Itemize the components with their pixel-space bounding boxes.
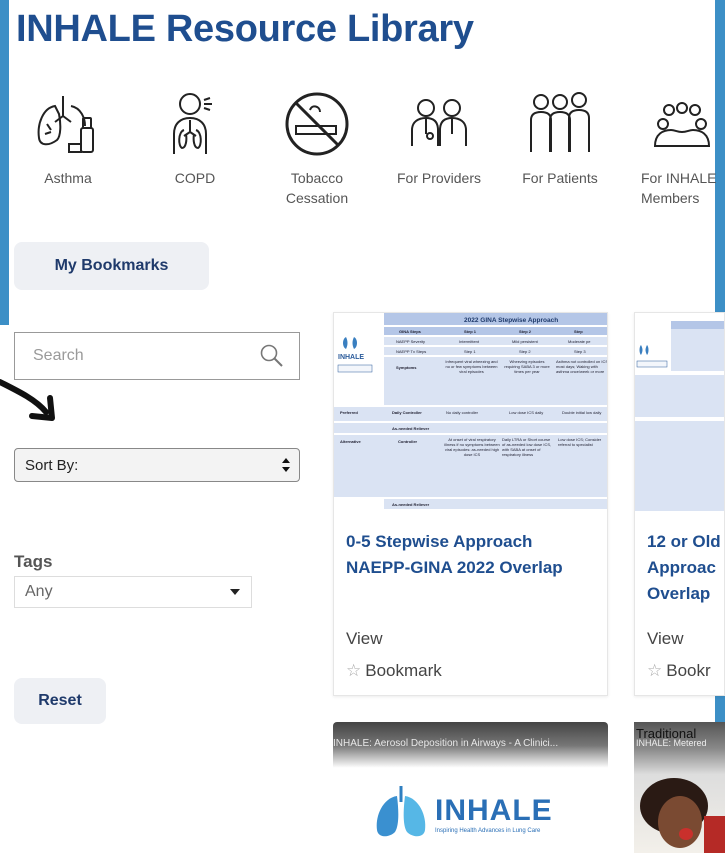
lungs-logo-icon bbox=[376, 786, 426, 837]
chevron-down-icon bbox=[230, 589, 240, 595]
sort-by-label: Sort By: bbox=[25, 456, 79, 474]
category-for-inhale-members[interactable]: For INHALE Members bbox=[637, 90, 725, 208]
card-thumbnail bbox=[635, 313, 724, 517]
my-bookmarks-button[interactable]: My Bookmarks bbox=[14, 242, 209, 290]
person-photo bbox=[640, 778, 725, 853]
naepp-cell: Step 3 bbox=[574, 349, 586, 354]
category-label: For Patients bbox=[522, 170, 598, 186]
category-asthma[interactable]: Asthma bbox=[23, 90, 113, 188]
naepp-cell: Step 1 bbox=[464, 349, 476, 354]
doctors-icon bbox=[411, 99, 467, 146]
row-label-alternative: Alternative bbox=[340, 439, 361, 444]
bookmark-link[interactable]: ☆ Bookr bbox=[647, 661, 711, 681]
patients-group-icon bbox=[530, 92, 590, 152]
sub-label: Daily Controller bbox=[392, 410, 422, 415]
thumbnail-logo-text: INHALE bbox=[338, 354, 364, 361]
category-for-providers[interactable]: For Providers bbox=[389, 90, 489, 188]
card-thumbnail: INHALE 2022 GINA Stepwise Approach GINA … bbox=[334, 313, 607, 517]
members-group-icon bbox=[653, 102, 711, 147]
card-title-line[interactable]: NAEPP-GINA 2022 Overlap bbox=[334, 555, 607, 581]
inhale-logo: INHALE bbox=[337, 337, 373, 373]
card-title-line[interactable]: 0-5 Stepwise Approach bbox=[334, 517, 607, 555]
lungs-inhaler-icon bbox=[37, 96, 94, 153]
no-smoking-icon bbox=[285, 92, 349, 156]
gina-table-thumbnail: INHALE 2022 GINA Stepwise Approach GINA … bbox=[334, 313, 607, 509]
video-logo-sub: Inspiring Health Advances in Lung Care bbox=[435, 828, 541, 834]
naepp-cell: Step 2 bbox=[519, 349, 531, 354]
bookmark-link[interactable]: ☆ Bookmark bbox=[346, 661, 442, 681]
video-title: INHALE: Aerosol Deposition in Airways - … bbox=[333, 738, 559, 749]
page-title: INHALE Resource Library bbox=[16, 8, 474, 50]
symptoms-step1: Infrequent viral wheezing and no or few … bbox=[445, 359, 498, 374]
row-label-preferred: Preferred bbox=[340, 410, 358, 415]
category-copd[interactable]: COPD bbox=[150, 90, 240, 188]
alt-step1: At onset of viral respiratory illness if… bbox=[444, 437, 500, 457]
preferred-cell: No daily controller bbox=[446, 410, 479, 415]
thumbnail-heading: 2022 GINA Stepwise Approach bbox=[464, 317, 558, 324]
category-label: Tobacco Cessation bbox=[285, 170, 349, 206]
category-label: For INHALE Members bbox=[641, 170, 717, 206]
tags-select[interactable]: Any bbox=[14, 576, 252, 608]
reset-button[interactable]: Reset bbox=[14, 678, 106, 724]
frame-left-bar bbox=[0, 0, 9, 325]
view-link[interactable]: View bbox=[647, 629, 684, 649]
severity-cell: Moderate pe bbox=[568, 339, 591, 344]
search-box[interactable] bbox=[14, 332, 300, 380]
naepp-cell: NAEPP Tx Steps bbox=[396, 349, 426, 354]
col-head: Step 1 bbox=[464, 329, 477, 334]
severity-cell: Mild persistent bbox=[512, 339, 539, 344]
sub-label: Controller bbox=[398, 439, 418, 444]
col-head: GINA Steps bbox=[399, 329, 422, 334]
video-thumbnail[interactable]: INHALE: Aerosol Deposition in Airways - … bbox=[333, 722, 608, 853]
tags-value: Any bbox=[25, 583, 53, 600]
col-head: Step 2 bbox=[519, 329, 532, 334]
bookmark-label: Bookr bbox=[666, 661, 711, 680]
category-label: COPD bbox=[174, 170, 216, 186]
preferred-cell: Double initial low daily bbox=[562, 410, 601, 415]
symptoms-label: Symptoms bbox=[396, 365, 417, 370]
preferred-cell: Low dose ICS daily bbox=[509, 410, 543, 415]
card-title-line[interactable]: Overlap bbox=[635, 581, 724, 607]
pointer-arrow-icon bbox=[0, 379, 55, 421]
severity-cell: NAEPP Severity bbox=[396, 339, 425, 344]
resource-card[interactable]: INHALE 2022 GINA Stepwise Approach GINA … bbox=[333, 312, 608, 696]
star-icon: ☆ bbox=[647, 661, 663, 680]
star-icon: ☆ bbox=[346, 661, 362, 680]
symptoms-step3: Asthma not controlled on ICS most days; … bbox=[556, 359, 607, 374]
select-updown-icon bbox=[282, 458, 290, 472]
search-icon[interactable] bbox=[259, 343, 285, 369]
search-input[interactable] bbox=[33, 347, 259, 365]
category-tobacco-cessation[interactable]: Tobacco Cessation bbox=[272, 90, 362, 208]
category-for-patients[interactable]: For Patients bbox=[510, 90, 610, 188]
card-title-line[interactable]: Approac bbox=[635, 555, 724, 581]
sub-label: As-needed Reliever bbox=[392, 426, 430, 431]
tags-label: Tags bbox=[14, 552, 53, 571]
sub-label: As-needed Reliever bbox=[392, 502, 430, 507]
alt-step2: Daily LTRA or Short course of as-needed … bbox=[502, 437, 552, 457]
video-thumbnail[interactable]: Traditional INHALE: Metered bbox=[634, 722, 725, 853]
video-title: INHALE: Metered bbox=[636, 738, 707, 748]
sort-by-select[interactable]: Sort By: bbox=[14, 448, 300, 482]
table-thumbnail bbox=[635, 321, 724, 511]
category-label: Asthma bbox=[44, 170, 92, 186]
bookmark-label: Bookmark bbox=[365, 661, 442, 680]
view-link[interactable]: View bbox=[346, 629, 383, 649]
video-logo-text: INHALE bbox=[435, 794, 553, 827]
card-title-line[interactable]: 12 or Old bbox=[635, 517, 724, 555]
symptoms-step2: Wheezing episodes requiring SABA 3 or mo… bbox=[504, 359, 550, 374]
severity-cell: Intermittent bbox=[459, 339, 480, 344]
alt-step3: Low dose ICS; Consider referral to speci… bbox=[558, 437, 602, 447]
category-label: For Providers bbox=[396, 170, 482, 186]
person-lungs-icon bbox=[173, 93, 212, 154]
resource-card[interactable]: 12 or Old Approac Overlap View ☆ Bookr bbox=[634, 312, 725, 696]
col-head: Step bbox=[574, 329, 583, 334]
